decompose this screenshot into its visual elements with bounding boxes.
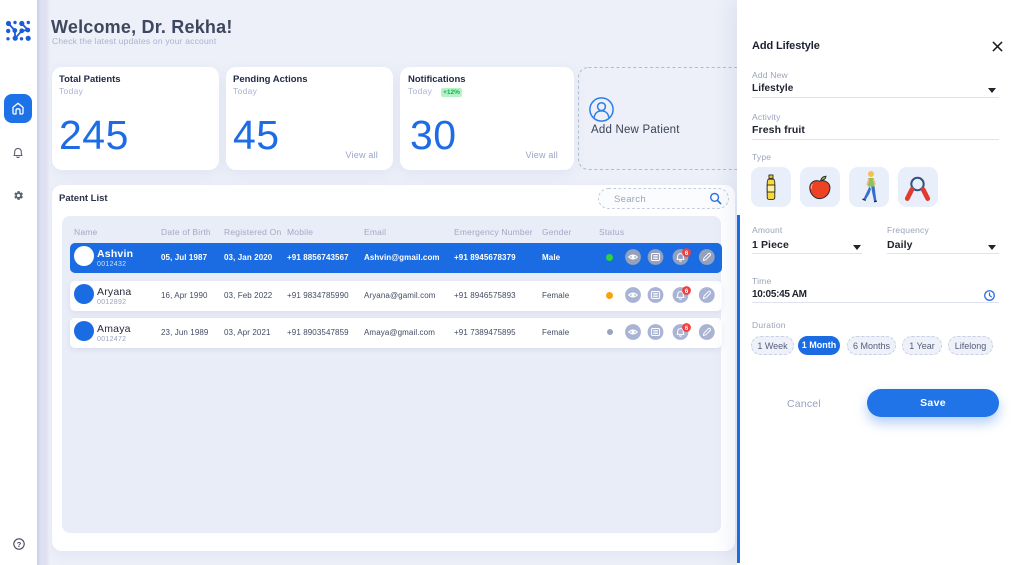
svg-text:?: ? [17,540,22,549]
